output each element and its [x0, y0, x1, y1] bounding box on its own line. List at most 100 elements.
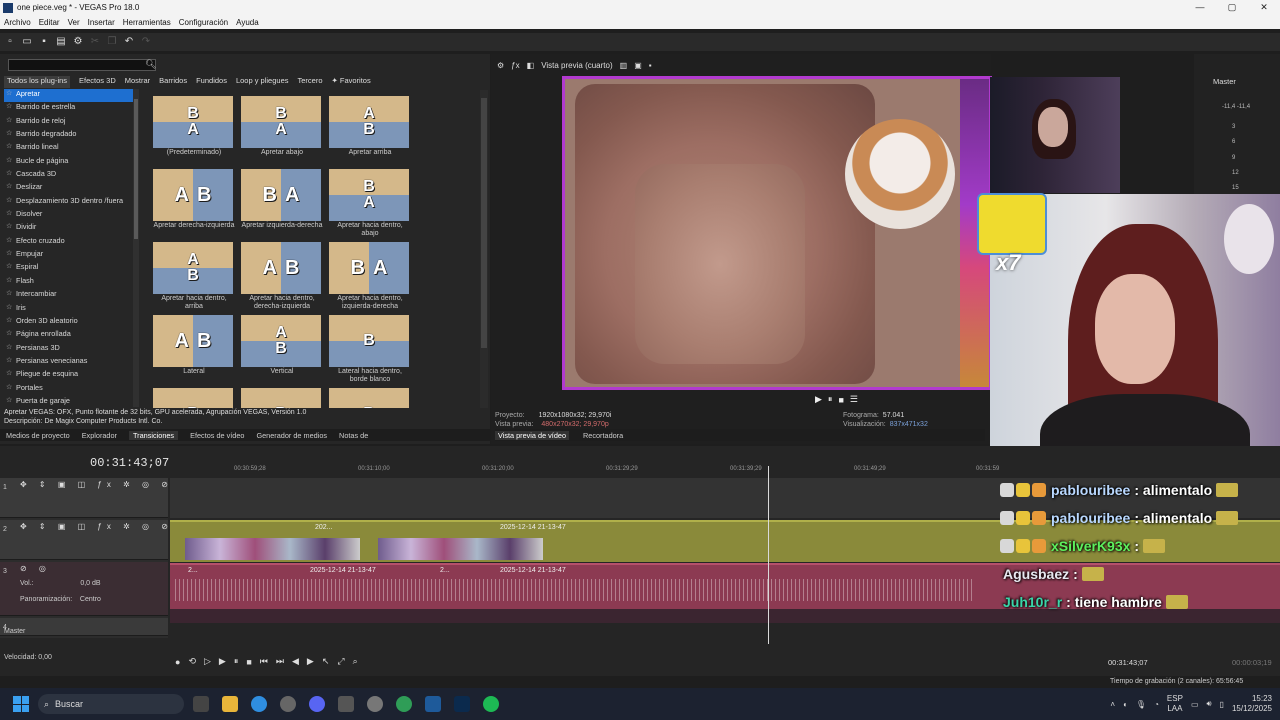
open-icon[interactable]: ▭	[21, 36, 33, 48]
cut-icon[interactable]: ✂	[89, 36, 101, 48]
transition-preset[interactable]: B A Apretar hacia dentro, izquierda-derech…	[329, 242, 411, 311]
tab-favoritos[interactable]: ✦ Favoritos	[332, 76, 371, 88]
preview-save-icon[interactable]: ▪	[649, 61, 652, 70]
settings-app-icon[interactable]	[280, 696, 296, 712]
tab-mostrar[interactable]: Mostrar	[125, 76, 150, 88]
transition-preset[interactable]: B A Apretar hacia dentro, abajo	[329, 169, 411, 238]
taskbar-search[interactable]: ⌕ Buscar	[38, 694, 184, 714]
discord-icon[interactable]	[309, 696, 325, 712]
playhead-cursor[interactable]	[768, 466, 769, 644]
preview-quality-dropdown[interactable]: Vista previa (cuarto)	[541, 61, 612, 70]
transition-list-item[interactable]: Efecto cruzado	[4, 236, 136, 249]
transition-preset[interactable]: B A Apretar izquierda-derecha	[241, 169, 323, 230]
transition-list-scrollbar[interactable]	[133, 89, 139, 407]
prev-frame-icon[interactable]: ◀	[292, 656, 299, 667]
menu-insertar[interactable]: Insertar	[88, 18, 115, 27]
ethernet-icon[interactable]: ▭	[1191, 700, 1199, 709]
save-as-icon[interactable]: ▤	[55, 36, 67, 48]
transition-list-item[interactable]: Pliegue de esquina	[4, 369, 136, 382]
menu-icon[interactable]: ☰	[850, 394, 858, 405]
normal-edit-tool-icon[interactable]: ↖	[322, 656, 330, 667]
track-controls[interactable]: ⊘ ◎	[20, 564, 51, 573]
preview-settings-icon[interactable]: ⚙	[497, 61, 504, 70]
tab-notas[interactable]: Notas de	[339, 431, 368, 440]
menu-ver[interactable]: Ver	[68, 18, 80, 27]
transition-list-item[interactable]: Disolver	[4, 209, 136, 222]
maximize-button[interactable]: ▢	[1216, 0, 1248, 15]
track-header-video-1[interactable]: 1 ✥ ⇕ ▣ ◫ ƒx ✲ ◎ ⊘	[0, 478, 168, 518]
transition-list-item[interactable]: Empujar	[4, 249, 136, 262]
battery-icon[interactable]: ▯	[1220, 700, 1224, 709]
obs-icon[interactable]	[338, 696, 354, 712]
menu-archivo[interactable]: Archivo	[4, 18, 31, 27]
redo-icon[interactable]: ↷	[140, 36, 152, 48]
transition-list-item[interactable]: Persianas venecianas	[4, 356, 136, 369]
menu-editar[interactable]: Editar	[39, 18, 60, 27]
menu-ayuda[interactable]: Ayuda	[236, 18, 259, 27]
track-header-video-2[interactable]: 2 ✥ ⇕ ▣ ◫ ƒx ✲ ◎ ⊘	[0, 520, 168, 560]
tab-tercero[interactable]: Tercero	[298, 76, 323, 88]
transition-list-item[interactable]: Página enrollada	[4, 329, 136, 342]
preview-fx-icon[interactable]: ƒx	[511, 61, 519, 70]
transition-list-item[interactable]: Bucle de página	[4, 156, 136, 169]
transition-list-item[interactable]: Apretar	[4, 89, 136, 103]
transition-list-item[interactable]: Flash	[4, 276, 136, 289]
transition-list-item[interactable]: Intercambiar	[4, 289, 136, 302]
pan-row[interactable]: Panoramización: Centro	[20, 596, 101, 603]
transition-list-item[interactable]: Desplazamiento 3D dentro /fuera	[4, 196, 136, 209]
transition-preset[interactable]: B	[241, 388, 323, 408]
tray-chevron-icon[interactable]: ˄	[1110, 700, 1115, 709]
transition-list-item[interactable]: Deslizar	[4, 182, 136, 195]
save-icon[interactable]: ▪	[38, 36, 50, 48]
close-button[interactable]: ✕	[1248, 0, 1280, 15]
vegas-taskbar-icon[interactable]	[425, 696, 441, 712]
new-icon[interactable]: ▫	[4, 36, 16, 48]
wifi-icon[interactable]: ◔	[1154, 700, 1159, 709]
preview-snapshot-icon[interactable]: ▣	[634, 61, 642, 70]
tab-loop-pliegues[interactable]: Loop y pliegues	[236, 76, 289, 88]
track-header-audio-3[interactable]: 3 ⊘ ◎	[0, 562, 168, 616]
clock[interactable]: 15:23 15/12/2025	[1232, 694, 1272, 714]
transition-list-item[interactable]: Iris	[4, 303, 136, 316]
transition-list-item[interactable]: Orden 3D aleatorio	[4, 316, 136, 329]
next-frame-icon[interactable]: ▶	[307, 656, 314, 667]
tab-barridos[interactable]: Barridos	[159, 76, 187, 88]
undo-icon[interactable]: ↶	[123, 36, 135, 48]
tab-efectos-3d[interactable]: Efectos 3D	[79, 76, 116, 88]
minimize-button[interactable]: —	[1184, 0, 1216, 15]
plugin-search-input[interactable]	[8, 59, 156, 71]
volume-icon[interactable]: 🔊︎	[1207, 699, 1212, 709]
tab-recortadora[interactable]: Recortadora	[583, 431, 623, 440]
go-start-icon[interactable]: ⏮	[260, 656, 268, 667]
transition-preset[interactable]: A B Vertical	[241, 315, 323, 376]
transition-preset[interactable]: A B Apretar arriba	[329, 96, 411, 157]
tab-fundidos[interactable]: Fundidos	[196, 76, 227, 88]
zoom-tool-icon[interactable]: ⌕	[353, 656, 358, 667]
transition-list-item[interactable]: Barrido de reloj	[4, 116, 136, 129]
chrome-icon[interactable]	[251, 696, 267, 712]
pause-icon[interactable]: ⏸	[828, 394, 833, 405]
tab-explorador[interactable]: Explorador	[82, 431, 117, 440]
go-end-icon[interactable]: ⏭	[276, 656, 284, 667]
tab-transiciones[interactable]: Transiciones	[128, 430, 179, 440]
tab-efectos-video[interactable]: Efectos de vídeo	[190, 431, 244, 440]
transition-preset[interactable]: A B Apretar hacia dentro, arriba	[153, 242, 235, 311]
transition-list-item[interactable]: Barrido lineal	[4, 142, 136, 155]
transition-preset[interactable]: B	[153, 388, 235, 408]
settings-icon[interactable]: ⚙	[72, 36, 84, 48]
track-controls[interactable]: ✥ ⇕ ▣ ◫ ƒx ✲ ◎ ⊘	[20, 522, 173, 531]
transition-preset[interactable]: A B Apretar derecha-izquierda	[153, 169, 235, 230]
stop-icon[interactable]: ■	[838, 395, 843, 405]
play-icon[interactable]: ▶	[815, 394, 822, 405]
transition-preset[interactable]: B Lateral hacia dentro, borde blanco	[329, 315, 411, 384]
track-controls[interactable]: ✥ ⇕ ▣ ◫ ƒx ✲ ◎ ⊘	[20, 480, 173, 489]
menu-configuracion[interactable]: Configuración	[179, 18, 228, 27]
file-explorer-icon[interactable]	[222, 696, 238, 712]
play-icon[interactable]: ▶	[219, 656, 226, 667]
transition-list-item[interactable]: Persianas 3D	[4, 343, 136, 356]
tab-generador-medios[interactable]: Generador de medios	[256, 431, 327, 440]
tab-todos-plugins[interactable]: Todos los plug-ins	[4, 76, 71, 88]
loop-icon[interactable]: ⟲	[188, 656, 196, 667]
tab-vista-previa[interactable]: Vista previa de vídeo	[495, 430, 570, 440]
mic-icon[interactable]: 🎙︎	[1136, 700, 1146, 709]
